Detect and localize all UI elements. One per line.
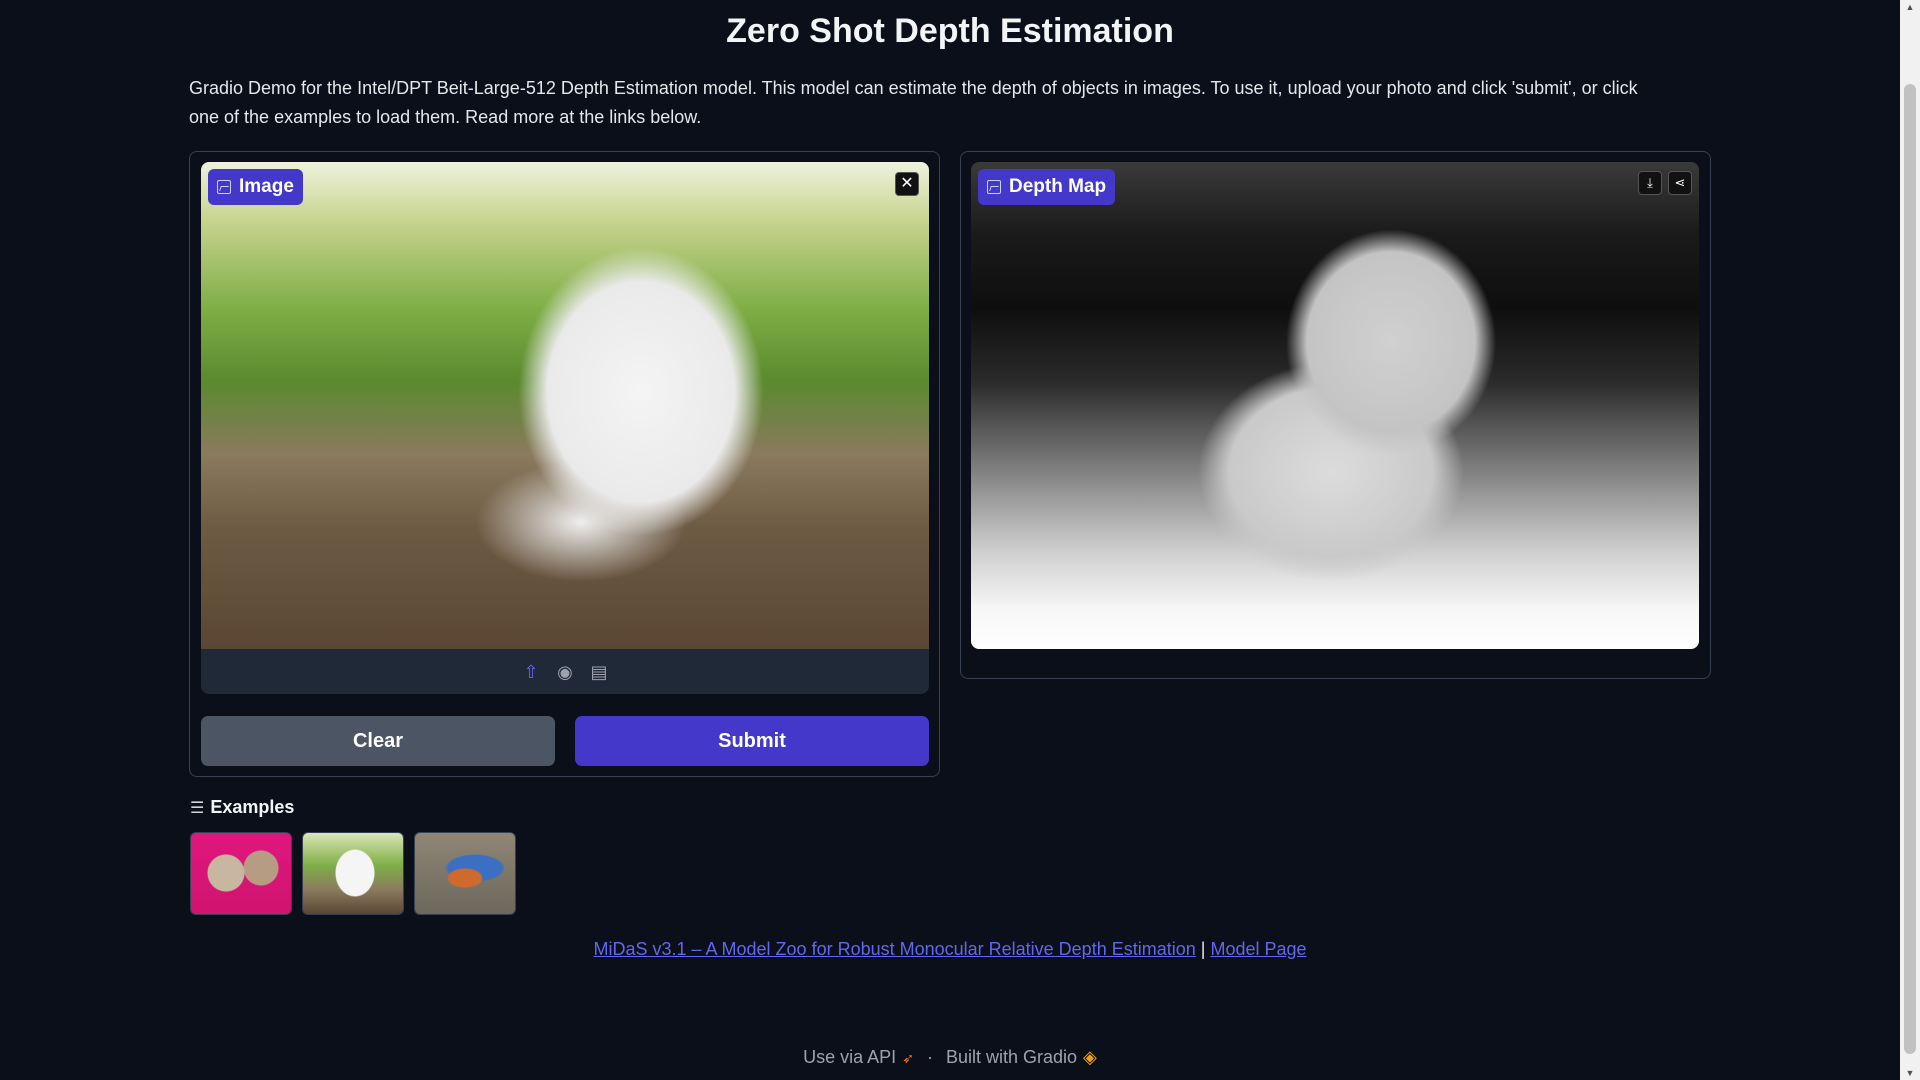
footer-dot: · (926, 1047, 933, 1067)
midas-link[interactable]: MiDaS v3.1 – A Model Zoo for Robust Mono… (593, 939, 1195, 959)
depth-map-image (971, 162, 1699, 649)
rocket-icon: ➶ (902, 1050, 914, 1066)
source-toolbar: ⇧ ◉ ▤ (201, 649, 929, 694)
clear-image-button[interactable]: ✕ (895, 172, 919, 196)
examples-gallery (190, 832, 516, 915)
webcam-icon[interactable]: ◉ (555, 662, 575, 682)
clear-button[interactable]: Clear (201, 716, 555, 766)
scroll-up-arrow-icon[interactable]: ▲ (1900, 2, 1920, 12)
scrollbar-thumb[interactable] (1904, 84, 1916, 1054)
image-label: Image (239, 176, 294, 197)
input-photo (201, 162, 929, 649)
model-page-link[interactable]: Model Page (1210, 939, 1306, 959)
gradio-logo-icon: ◈ (1083, 1047, 1097, 1067)
input-panel: Image ✕ ⇧ ◉ ▤ Clear Submit (189, 151, 940, 777)
output-panel: Depth Map ⤓ ⋖ (960, 151, 1711, 679)
example-thumb-cats[interactable] (190, 832, 292, 915)
page: Zero Shot Depth Estimation Gradio Demo f… (0, 0, 1900, 1080)
list-icon: ☰ (190, 799, 205, 817)
links-row: MiDaS v3.1 – A Model Zoo for Robust Mono… (0, 939, 1900, 960)
example-thumb-bird[interactable] (414, 832, 516, 915)
link-separator: | (1200, 939, 1206, 959)
footer: Use via API ➶ · Built with Gradio ◈ (0, 1047, 1900, 1068)
image-label-badge: Image (208, 169, 303, 205)
upload-icon[interactable]: ⇧ (521, 662, 541, 682)
use-via-api-link[interactable]: Use via API (803, 1047, 896, 1067)
image-icon (987, 180, 1001, 194)
examples-header: ☰ Examples (190, 797, 294, 818)
image-input[interactable]: Image ✕ ⇧ ◉ ▤ (201, 162, 929, 694)
image-icon (217, 180, 231, 194)
output-actions: ⤓ ⋖ (1638, 171, 1692, 195)
download-icon[interactable]: ⤓ (1638, 171, 1662, 195)
built-with-gradio-link[interactable]: Built with Gradio (946, 1047, 1077, 1067)
scrollbar[interactable]: ▲ ▼ (1900, 0, 1920, 1080)
page-title: Zero Shot Depth Estimation (726, 12, 1174, 50)
scroll-down-arrow-icon[interactable]: ▼ (1900, 1068, 1920, 1078)
depth-map-label-badge: Depth Map (978, 169, 1116, 205)
page-description: Gradio Demo for the Intel/DPT Beit-Large… (189, 78, 1638, 127)
depth-map-label: Depth Map (1009, 176, 1107, 197)
clipboard-icon[interactable]: ▤ (589, 662, 609, 682)
example-thumb-puppy[interactable] (302, 832, 404, 915)
submit-button[interactable]: Submit (575, 716, 929, 766)
share-icon[interactable]: ⋖ (1668, 171, 1692, 195)
examples-label: Examples (210, 797, 295, 817)
